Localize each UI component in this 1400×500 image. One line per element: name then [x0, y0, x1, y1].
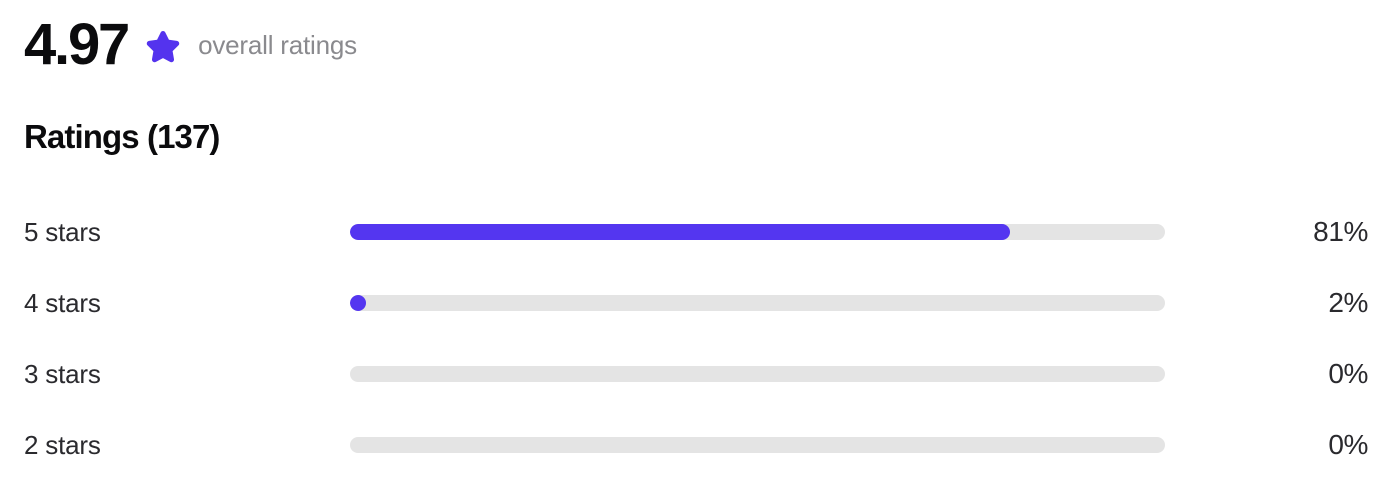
rating-bar-fill: [350, 223, 1011, 240]
rating-label: 2 stars: [24, 429, 101, 460]
rating-bar-track: [350, 294, 1165, 311]
star-icon: [144, 28, 182, 66]
overall-ratings-caption: overall ratings: [198, 30, 357, 60]
rating-bar-track: [350, 223, 1165, 240]
page-title: Ratings (137): [24, 118, 220, 155]
rating-row-3-stars: 3 stars 0%: [24, 338, 1376, 409]
rating-bar-fill: [350, 294, 367, 311]
rating-row-5-stars: 5 stars 81%: [24, 196, 1376, 267]
ratings-panel: 4.97 overall ratings Ratings (137) 5 sta…: [0, 0, 1400, 500]
rating-label: 5 stars: [24, 216, 101, 247]
rating-row-2-stars: 2 stars 0%: [24, 409, 1376, 480]
rating-percent: 0%: [1328, 357, 1368, 389]
overall-score: 4.97: [24, 12, 130, 77]
rating-bar-track: [350, 365, 1165, 382]
rating-bar-track: [350, 436, 1165, 453]
rating-percent: 0%: [1328, 428, 1368, 460]
ratings-breakdown-list: 5 stars 81% 4 stars 2% 3 stars 0% 2 star…: [24, 196, 1376, 500]
rating-percent: 2%: [1328, 286, 1368, 318]
rating-row-1-star: 1 star 0%: [24, 480, 1376, 500]
rating-percent: 81%: [1313, 215, 1368, 247]
rating-label: 4 stars: [24, 287, 101, 318]
rating-label: 3 stars: [24, 358, 101, 389]
overall-rating-summary: 4.97 overall ratings: [24, 0, 1376, 86]
rating-row-4-stars: 4 stars 2%: [24, 267, 1376, 338]
